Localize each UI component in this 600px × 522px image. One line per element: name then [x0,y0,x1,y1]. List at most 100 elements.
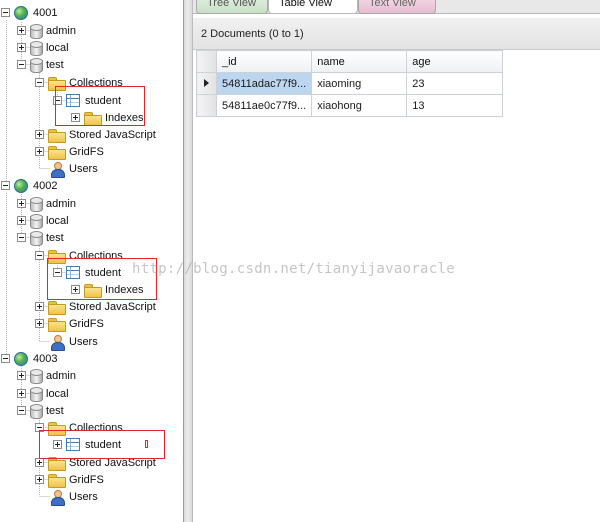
expand-toggle[interactable] [35,130,44,139]
collapse-toggle[interactable] [35,251,44,260]
collapse-toggle[interactable] [17,406,26,415]
tree-gridfs[interactable]: GridFS [35,471,104,488]
table-row[interactable]: 54811ae0c77f9... xiaohong 13 [196,94,504,117]
tree-collections-folder[interactable]: Collections [35,247,123,264]
tree-indexes-folder[interactable]: Indexes [71,281,144,298]
tree-users[interactable]: Users [50,160,98,178]
database-label: admin [46,197,76,210]
cell-name[interactable]: xiaohong [311,94,408,117]
tree-db-admin[interactable]: admin [17,195,76,212]
expand-toggle[interactable] [35,475,44,484]
column-header-id[interactable]: _id [215,50,313,73]
tree-collection-student[interactable]: student [53,92,121,109]
expand-toggle[interactable] [35,147,44,156]
cell-id[interactable]: 54811adac77f9... [215,72,313,95]
connection-tree: 4001 admin local test Collections studen… [0,0,184,522]
folder-icon [48,249,66,264]
document-count-label: 2 Documents (0 to 1) [201,28,304,40]
tree-db-local[interactable]: local [17,212,69,229]
collection-label: student [85,94,122,107]
table-row[interactable]: 54811adac77f9... xiaoming 23 [196,72,504,95]
collapse-toggle[interactable] [1,181,10,190]
tree-db-local[interactable]: local [17,385,69,402]
tree-db-local[interactable]: local [17,39,69,56]
folder-icon [48,317,66,332]
tree-gridfs[interactable]: GridFS [35,143,104,160]
folder-icon [84,283,102,298]
tree-server-4001[interactable]: 4001 [1,4,57,21]
tree-indexes-folder[interactable]: Indexes [71,109,144,126]
pane-splitter[interactable] [183,0,193,522]
tree-server-4003[interactable]: 4003 [1,350,57,367]
folder-label: GridFS [69,473,104,486]
collapse-toggle[interactable] [35,423,44,432]
collection-table-icon [66,438,80,451]
tree-collection-student[interactable]: student [53,264,121,281]
server-globe-icon [14,178,28,193]
tab-table-view[interactable]: Table View [268,0,358,14]
expand-toggle[interactable] [71,113,80,122]
expand-toggle[interactable] [35,458,44,467]
tree-server-4002[interactable]: 4002 [1,177,57,194]
tree-db-test[interactable]: test [17,56,64,73]
tree-users[interactable]: Users [50,488,98,506]
column-header-age[interactable]: age [406,50,504,73]
expand-toggle[interactable] [35,302,44,311]
user-icon [50,334,65,351]
expand-toggle[interactable] [17,216,26,225]
database-icon [30,386,43,402]
tree-users[interactable]: Users [50,333,98,351]
tree-db-admin[interactable]: admin [17,22,76,39]
folder-label: GridFS [69,145,104,158]
expand-toggle[interactable] [17,43,26,52]
expand-toggle[interactable] [17,371,26,380]
column-header-name[interactable]: name [311,50,408,73]
collapse-toggle[interactable] [53,96,62,105]
tree-db-test[interactable]: test [17,402,64,419]
grid-header-row: _id name age [196,50,504,73]
expand-toggle[interactable] [71,285,80,294]
tree-stored-javascript[interactable]: Stored JavaScript [35,298,156,315]
collapse-toggle[interactable] [17,233,26,242]
row-header[interactable] [196,94,217,117]
expand-toggle[interactable] [53,440,62,449]
tree-db-test[interactable]: test [17,229,64,246]
collapse-toggle[interactable] [35,78,44,87]
collection-label: student [85,266,122,279]
folder-label: Stored JavaScript [69,456,156,469]
database-icon [30,230,43,246]
expand-toggle[interactable] [35,319,44,328]
tree-db-admin[interactable]: admin [17,367,76,384]
collapse-toggle[interactable] [1,354,10,363]
collapse-toggle[interactable] [53,268,62,277]
users-label: Users [69,490,98,503]
collapse-toggle[interactable] [17,60,26,69]
tree-collections-folder[interactable]: Collections [35,419,123,436]
server-globe-icon [14,351,28,366]
folder-icon [48,76,66,91]
tab-tree-view[interactable]: Tree View [196,0,268,14]
tree-stored-javascript[interactable]: Stored JavaScript [35,454,156,471]
collapse-toggle[interactable] [1,8,10,17]
tree-stored-javascript[interactable]: Stored JavaScript [35,126,156,143]
result-summary-bar: 2 Documents (0 to 1) [193,18,600,50]
tab-text-view[interactable]: Text View [358,0,436,14]
expand-toggle[interactable] [17,199,26,208]
cell-age[interactable]: 23 [406,72,504,95]
cell-age[interactable]: 13 [406,94,504,117]
expand-toggle[interactable] [17,389,26,398]
expand-toggle[interactable] [17,26,26,35]
user-icon [50,161,65,178]
tree-collection-student[interactable]: student [53,436,121,453]
users-label: Users [69,162,98,175]
cell-name[interactable]: xiaoming [311,72,408,95]
tree-collections-folder[interactable]: Collections [35,74,123,91]
users-label: Users [69,335,98,348]
database-label: test [46,231,64,244]
cell-id[interactable]: 54811ae0c77f9... [215,94,313,117]
server-label: 4001 [33,6,58,19]
collection-table-icon [66,94,80,107]
row-header[interactable] [196,72,217,95]
folder-icon [48,145,66,160]
tree-gridfs[interactable]: GridFS [35,315,104,332]
